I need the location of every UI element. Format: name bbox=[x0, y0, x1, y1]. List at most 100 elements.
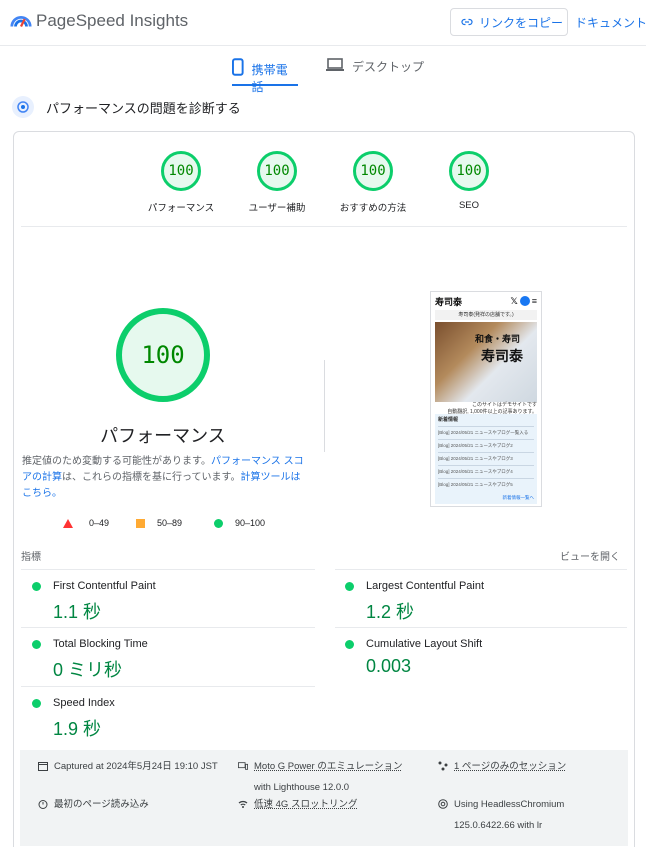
news-item: [Blog] 2024/05/21 ニュースやブログ5 bbox=[438, 482, 513, 487]
captured-text: Captured at 2024年5月24日 19:10 JST bbox=[54, 761, 218, 772]
metric-name: Speed Index bbox=[53, 697, 115, 709]
gauge-accessibility[interactable]: 100 bbox=[257, 151, 297, 191]
chrome-icon bbox=[438, 799, 448, 809]
gauge-label-best-practices: おすすめの方法 bbox=[339, 203, 407, 214]
tab-desktop[interactable]: デスクトップ bbox=[326, 58, 424, 86]
pass-dot-icon bbox=[32, 582, 41, 591]
gauge-seo[interactable]: 100 bbox=[449, 151, 489, 191]
pass-dot-icon bbox=[345, 582, 354, 591]
news-rule bbox=[438, 426, 534, 427]
diagnose-heading: パフォーマンスの問題を診断する bbox=[12, 96, 241, 118]
legend-average: 50–89 bbox=[136, 518, 182, 528]
pass-dot-icon bbox=[345, 640, 354, 649]
legend-pass-label: 90–100 bbox=[235, 518, 266, 528]
divider bbox=[21, 226, 627, 227]
smartphone-icon bbox=[232, 58, 244, 76]
diagnose-title: パフォーマンスの問題を診断する bbox=[46, 100, 241, 116]
news-rule bbox=[438, 478, 534, 479]
screenshot-news-more: 新着情報一覧へ bbox=[502, 495, 535, 500]
vertical-divider bbox=[324, 360, 325, 452]
copy-link-button[interactable]: リンクをコピー bbox=[450, 8, 568, 36]
browser-version: 125.0.6422.66 with lr bbox=[454, 820, 543, 831]
metric-name: Total Blocking Time bbox=[53, 638, 148, 650]
screenshot-news-heading: 新着情報 bbox=[438, 417, 459, 423]
legend-fail-label: 0–49 bbox=[89, 518, 110, 528]
screenshot-logo: 寿司泰 bbox=[435, 297, 463, 308]
page-screenshot: 寿司泰 𝕏 ≡ 寿司泰(発祥の店舗です。) 和食・寿司 寿司泰 このサイトはデモ… bbox=[430, 291, 542, 507]
gauge-label-accessibility: ユーザー補助 bbox=[248, 203, 306, 214]
metric-name: Cumulative Layout Shift bbox=[366, 638, 483, 650]
tab-mobile-label: 携帯電話 bbox=[251, 63, 288, 94]
gauge-best-practices[interactable]: 100 bbox=[353, 151, 393, 191]
browser-name: Using HeadlessChromium bbox=[454, 799, 565, 810]
initial-load-text: 最初のページ読み込み bbox=[54, 799, 149, 810]
info-initial-load: 最初のページ読み込み bbox=[38, 794, 149, 815]
metric-divider bbox=[335, 627, 627, 628]
info-device[interactable]: Moto G Power のエミュレーション with Lighthouse 1… bbox=[238, 756, 402, 798]
pass-dot-icon bbox=[32, 640, 41, 649]
news-item: [Blog] 2024/05/21 ニュースやブログ2 bbox=[438, 443, 513, 448]
device-text: Moto G Power のエミュレーション with Lighthouse 1… bbox=[254, 756, 402, 798]
news-rule bbox=[438, 465, 534, 466]
metric-value: 1.2 秒 bbox=[366, 602, 415, 622]
news-item: [Blog] 2024/05/21 ニュースやブログ4 bbox=[438, 469, 513, 474]
screenshot-banner: 寿司泰(発祥の店舗です。) bbox=[435, 310, 537, 320]
top-bar: PageSpeed Insights リンクをコピー ドキュメント bbox=[0, 0, 646, 46]
facebook-icon bbox=[519, 296, 530, 306]
stopwatch-icon bbox=[38, 800, 48, 809]
performance-score-gauge: 100 bbox=[116, 308, 210, 402]
info-browser: Using HeadlessChromium 125.0.6422.66 wit… bbox=[438, 794, 564, 836]
tab-mobile[interactable]: 携帯電話 bbox=[232, 58, 298, 94]
gauge-label-seo: SEO bbox=[458, 200, 480, 211]
performance-note: 推定値のため変動する可能性があります。パフォーマンス スコアの計算は、これらの指… bbox=[22, 454, 308, 502]
metric-value: 0 ミリ秒 bbox=[53, 660, 123, 680]
screenshot-hero-line1: 和食・寿司 bbox=[475, 335, 521, 345]
link-icon bbox=[461, 18, 473, 26]
screenshot-social-icons: 𝕏 ≡ bbox=[510, 296, 537, 307]
news-item: [Blog] 2024/05/21 ニュースやブログ3 bbox=[438, 456, 513, 461]
diagnose-icon bbox=[12, 96, 34, 118]
browser-text: Using HeadlessChromium 125.0.6422.66 wit… bbox=[454, 794, 564, 836]
square-icon bbox=[136, 518, 145, 528]
menu-icon: ≡ bbox=[531, 296, 537, 306]
throttling-text[interactable]: 低速 4G スロットリング bbox=[254, 794, 357, 815]
triangle-icon bbox=[63, 518, 73, 528]
screenshot-news: 新着情報 [Blog] 2024/05/21 ニュースやブログ一覧入る [Blo… bbox=[435, 414, 537, 504]
note-mid: は、これらの指標を基に行っています。 bbox=[62, 472, 241, 483]
info-throttling[interactable]: 低速 4G スロットリング bbox=[238, 794, 357, 815]
info-captured: Captured at 2024年5月24日 19:10 JST bbox=[38, 756, 218, 777]
pagespeed-logo-icon[interactable] bbox=[10, 10, 32, 32]
metric-name: First Contentful Paint bbox=[53, 580, 156, 592]
docs-link[interactable]: ドキュメント bbox=[575, 14, 646, 31]
note-prefix: 推定値のため変動する可能性があります。 bbox=[22, 456, 211, 467]
legend-pass: 90–100 bbox=[214, 518, 265, 528]
metric-value: 1.1 秒 bbox=[53, 602, 102, 622]
device-emulation-link[interactable]: Moto G Power のエミュレーション bbox=[254, 761, 402, 772]
gauge-performance[interactable]: 100 bbox=[161, 151, 201, 191]
screenshot-header: 寿司泰 𝕏 ≡ bbox=[431, 292, 541, 310]
metric-divider bbox=[21, 569, 315, 570]
info-session[interactable]: 1 ページのみのセッション bbox=[438, 756, 566, 777]
metric-value: 0.003 bbox=[366, 656, 412, 676]
metrics-heading: 指標 bbox=[21, 552, 41, 563]
devices-icon bbox=[238, 762, 248, 770]
metric-divider bbox=[335, 569, 627, 570]
calendar-icon bbox=[38, 762, 48, 771]
copy-link-label: リンクをコピー bbox=[479, 15, 564, 30]
gauge-label-performance: パフォーマンス bbox=[147, 203, 215, 214]
metric-divider bbox=[21, 627, 315, 628]
pass-dot-icon bbox=[32, 699, 41, 708]
metric-value: 1.9 秒 bbox=[53, 719, 102, 739]
screenshot-sub1: このサイトはデモサイトです bbox=[471, 402, 537, 408]
metric-name: Largest Contentful Paint bbox=[366, 580, 485, 592]
news-rule bbox=[438, 452, 534, 453]
tab-desktop-label: デスクトップ bbox=[352, 60, 425, 74]
expand-view-button[interactable]: ビューを開く bbox=[560, 548, 620, 563]
laptop-icon bbox=[326, 58, 344, 71]
lighthouse-version: with Lighthouse 12.0.0 bbox=[254, 782, 350, 793]
x-icon: 𝕏 bbox=[510, 295, 518, 306]
legend-average-label: 50–89 bbox=[157, 518, 183, 528]
brand-title[interactable]: PageSpeed Insights bbox=[36, 11, 188, 31]
session-text[interactable]: 1 ページのみのセッション bbox=[454, 756, 566, 777]
news-item: [Blog] 2024/05/21 ニュースやブログ一覧入る bbox=[438, 430, 529, 435]
